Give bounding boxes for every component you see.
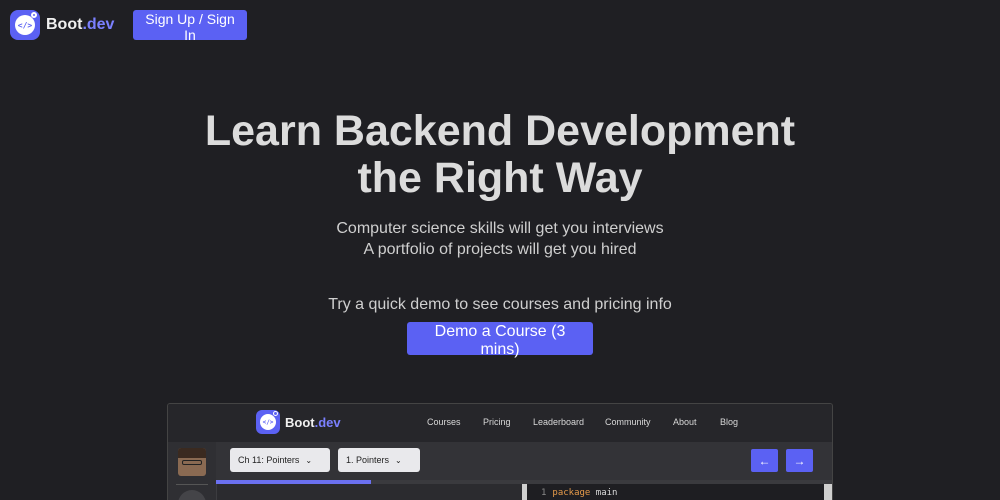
demo-prompt: Try a quick demo to see courses and pric… [328, 296, 672, 313]
chevron-down-icon: ⌄ [395, 455, 402, 465]
sign-up-sign-in-button[interactable]: Sign Up / Sign In [133, 10, 247, 43]
hero-subtitle-line-1: Computer science skills will get you int… [336, 220, 664, 237]
lesson-select[interactable]: 1. Pointers ⌄ [338, 448, 420, 472]
code-editor[interactable]: 1 package main [522, 484, 826, 500]
preview-nav-pricing[interactable]: Pricing [483, 417, 511, 427]
chapter-select[interactable]: Ch 11: Pointers ⌄ [230, 448, 330, 472]
preview-nav-leaderboard[interactable]: Leaderboard [533, 417, 584, 427]
arrow-right-icon[interactable]: → [786, 449, 813, 472]
preview-navbar: </> Boot.dev Courses Pricing Leaderboard… [168, 404, 832, 442]
preview-sidebar [168, 442, 217, 500]
arrow-left-icon[interactable]: ← [751, 449, 778, 472]
hero-subtitle-line-2: A portfolio of projects will get you hir… [363, 241, 637, 258]
hero-title-line-2: the Right Way [357, 154, 643, 202]
course-preview-screenshot: </> Boot.dev Courses Pricing Leaderboard… [167, 403, 833, 500]
logo-text: Boot.dev [46, 16, 115, 33]
chevron-down-icon: ⌄ [305, 455, 313, 465]
preview-nav-community[interactable]: Community [605, 417, 651, 427]
editor-scrollbar[interactable] [824, 484, 832, 500]
hero-title: Learn Backend Development the Right Way [0, 108, 1000, 202]
preview-toolbar: Ch 11: Pointers ⌄ 1. Pointers ⌄ ← → [216, 442, 832, 480]
hero-title-line-1: Learn Backend Development [204, 107, 796, 155]
demo-course-button[interactable]: Demo a Course (3 mins) [407, 322, 593, 358]
preview-nav-courses[interactable]: Courses [427, 417, 461, 427]
avatar[interactable] [178, 448, 206, 476]
preview-nav-about[interactable]: About [673, 417, 697, 427]
preview-nav-blog[interactable]: Blog [720, 417, 738, 427]
hero-subtitle: Computer science skills will get you int… [0, 218, 1000, 260]
site-logo[interactable]: </> Boot.dev [10, 10, 114, 40]
robot-code-icon: </> [10, 10, 40, 40]
sidebar-circle-icon[interactable] [178, 490, 206, 500]
top-navigation: </> Boot.dev Sign Up / Sign In [0, 0, 1000, 50]
